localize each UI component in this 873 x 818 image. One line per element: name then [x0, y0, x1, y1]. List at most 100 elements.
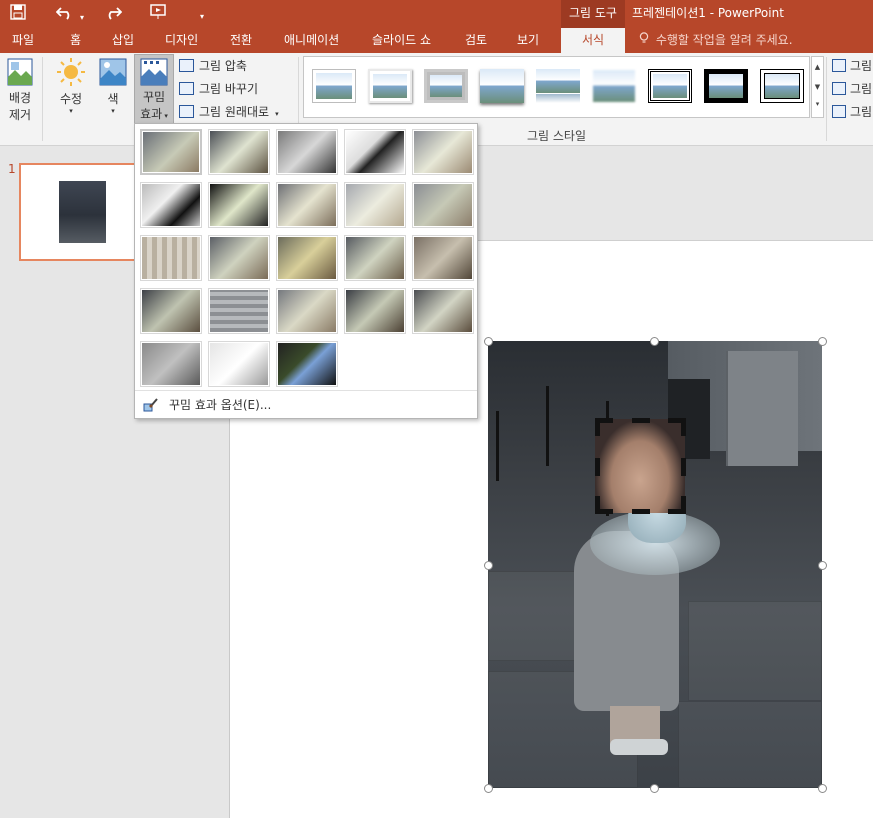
child-shoes: [610, 739, 668, 755]
artistic-effect-7[interactable]: [208, 182, 270, 228]
picture-layout-label: 그림: [850, 105, 873, 119]
artistic-effects-icon: [140, 57, 168, 87]
picture-layout-button[interactable]: 그림: [831, 102, 872, 122]
slide-photo[interactable]: [488, 341, 822, 788]
picture-style-reflected[interactable]: [536, 69, 580, 103]
undo-icon[interactable]: [55, 4, 74, 25]
artistic-effect-14[interactable]: [344, 235, 406, 281]
artistic-effect-preview: [210, 237, 268, 279]
tab-design[interactable]: 디자인: [165, 28, 198, 53]
artistic-effect-21[interactable]: [140, 341, 202, 387]
crop-handle[interactable]: [632, 418, 650, 423]
picture-style-thick-matte[interactable]: [424, 69, 468, 103]
resize-handle-top[interactable]: [650, 337, 659, 346]
resize-handle-right[interactable]: [818, 561, 827, 570]
picture-border-button[interactable]: 그림: [831, 56, 872, 76]
crop-handle[interactable]: [595, 496, 600, 514]
change-picture-button[interactable]: 그림 바꾸기: [179, 79, 258, 99]
artistic-effect-preview: [346, 237, 404, 279]
artistic-effects-options-item[interactable]: 꾸밈 효과 옵션(E)...: [139, 395, 475, 415]
crop-handle[interactable]: [632, 509, 650, 514]
artistic-effect-1[interactable]: [140, 129, 202, 175]
artistic-effect-4[interactable]: [344, 129, 406, 175]
crop-handle[interactable]: [595, 458, 600, 476]
artistic-effect-17[interactable]: [208, 288, 270, 334]
artistic-effect-10[interactable]: [412, 182, 474, 228]
corrections-button[interactable]: 수정 ▾: [52, 57, 90, 115]
artistic-effect-2[interactable]: [208, 129, 270, 175]
artistic-effect-12[interactable]: [208, 235, 270, 281]
artistic-effect-16[interactable]: [140, 288, 202, 334]
scroll-up-icon[interactable]: ▲: [812, 57, 823, 77]
undo-dropdown-icon[interactable]: ▾: [80, 8, 84, 28]
resize-handle-left[interactable]: [484, 561, 493, 570]
artistic-effect-22[interactable]: [208, 341, 270, 387]
remove-background-button[interactable]: 배경 제거: [2, 57, 38, 123]
resize-handle-top-right[interactable]: [818, 337, 827, 346]
tab-animations[interactable]: 애니메이션: [284, 28, 339, 53]
artistic-effect-preview: [210, 131, 268, 173]
tab-home[interactable]: 홈: [70, 28, 81, 53]
slide-thumbnail[interactable]: [19, 163, 139, 261]
artistic-effect-23[interactable]: [276, 341, 338, 387]
crop-selection[interactable]: [595, 418, 686, 514]
artistic-effect-19[interactable]: [344, 288, 406, 334]
tab-slideshow[interactable]: 슬라이드 쇼: [372, 28, 431, 53]
artistic-effect-6[interactable]: [140, 182, 202, 228]
compress-pictures-button[interactable]: 그림 압축: [179, 56, 247, 76]
picture-style-thick-black[interactable]: [704, 69, 748, 103]
picture-style-simple-frame[interactable]: [312, 69, 356, 103]
resize-handle-bottom[interactable]: [650, 784, 659, 793]
save-icon[interactable]: [10, 4, 26, 25]
scroll-down-icon[interactable]: ▼: [812, 77, 823, 97]
resize-handle-bottom-left[interactable]: [484, 784, 493, 793]
artistic-effect-preview: [210, 343, 268, 385]
artistic-effect-preview: [142, 184, 200, 226]
reflection: [536, 94, 580, 103]
color-button[interactable]: 색 ▾: [96, 57, 130, 115]
artistic-effect-18[interactable]: [276, 288, 338, 334]
resize-handle-bottom-right[interactable]: [818, 784, 827, 793]
resize-handle-top-left[interactable]: [484, 337, 493, 346]
reset-picture-button[interactable]: 그림 원래대로 ▾: [179, 102, 279, 122]
tab-review[interactable]: 검토: [465, 28, 487, 53]
artistic-effect-13[interactable]: [276, 235, 338, 281]
artistic-effect-preview: [210, 184, 268, 226]
floor-tile: [678, 701, 822, 788]
picture-effects-button[interactable]: 그림: [831, 79, 872, 99]
tab-view[interactable]: 보기: [517, 28, 539, 53]
customize-qat-icon[interactable]: ▾: [200, 7, 204, 27]
tab-format[interactable]: 서식: [561, 28, 625, 54]
picture-style-soft-edge-rectangle[interactable]: [592, 69, 636, 103]
artistic-effect-20[interactable]: [412, 288, 474, 334]
artistic-effect-3[interactable]: [276, 129, 338, 175]
gallery-more-icon[interactable]: ▾: [812, 97, 823, 111]
artistic-effect-preview: [414, 290, 472, 332]
picture-style-simple-black[interactable]: [760, 69, 804, 103]
paintbrush-icon: [143, 398, 159, 412]
tell-me-box[interactable]: 수행할 작업을 알려 주세요.: [639, 28, 793, 53]
artistic-effect-9[interactable]: [344, 182, 406, 228]
tab-insert[interactable]: 삽입: [112, 28, 134, 53]
crop-handle[interactable]: [681, 418, 686, 436]
picture-style-soft-edge[interactable]: [368, 69, 412, 103]
stanchion-post: [496, 411, 499, 481]
reset-picture-icon: [179, 105, 194, 118]
crop-handle[interactable]: [681, 458, 686, 476]
tab-transitions[interactable]: 전환: [230, 28, 252, 53]
artistic-effect-5[interactable]: [412, 129, 474, 175]
title-bar: ▾ ▾ 그림 도구 프레젠테이션1 - PowerPoint: [0, 0, 873, 28]
crop-handle[interactable]: [681, 496, 686, 514]
crop-handle[interactable]: [595, 418, 600, 436]
redo-icon[interactable]: [104, 4, 123, 25]
picture-style-double-frame-black[interactable]: [648, 69, 692, 103]
tab-file[interactable]: 파일: [12, 28, 34, 53]
artistic-effect-8[interactable]: [276, 182, 338, 228]
ribbon-separator: [42, 57, 43, 141]
artistic-effect-15[interactable]: [412, 235, 474, 281]
artistic-effect-11[interactable]: [140, 235, 202, 281]
picture-style-drop-shadow[interactable]: [480, 69, 524, 103]
gallery-scroll[interactable]: ▲ ▼ ▾: [811, 56, 824, 118]
present-from-beginning-icon[interactable]: [150, 4, 170, 25]
artistic-effects-button[interactable]: 꾸밈 효과 ▾: [134, 54, 174, 126]
